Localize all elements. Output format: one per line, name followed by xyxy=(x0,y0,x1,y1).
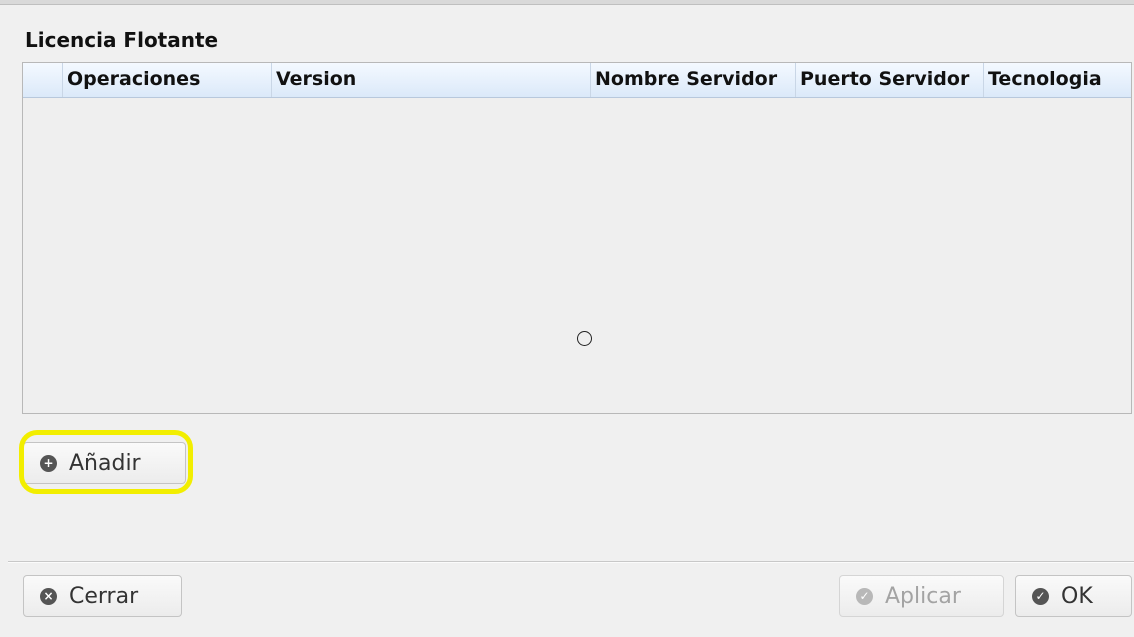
column-header-version[interactable]: Version xyxy=(272,63,591,97)
apply-button-label: Aplicar xyxy=(885,583,961,609)
ok-button-label: OK xyxy=(1061,583,1093,609)
column-header-nombre-servidor[interactable]: Nombre Servidor xyxy=(591,63,796,97)
column-header-select[interactable] xyxy=(23,63,63,97)
section-title: Licencia Flotante xyxy=(25,28,219,52)
close-button[interactable]: × Cerrar xyxy=(23,575,182,617)
mouse-cursor-ring xyxy=(577,331,592,346)
check-circle-icon: ✓ xyxy=(856,587,873,605)
ok-button[interactable]: ✓ OK xyxy=(1015,575,1132,617)
close-circle-icon: × xyxy=(40,587,57,605)
apply-button[interactable]: ✓ Aplicar xyxy=(839,575,1004,617)
column-header-tecnologia[interactable]: Tecnologia xyxy=(984,63,1132,97)
column-header-operaciones[interactable]: Operaciones xyxy=(63,63,272,97)
check-circle-icon: ✓ xyxy=(1032,587,1049,605)
column-header-puerto-servidor[interactable]: Puerto Servidor xyxy=(796,63,984,97)
window-top-border xyxy=(0,0,1134,5)
close-button-label: Cerrar xyxy=(69,583,139,609)
table-header: Operaciones Version Nombre Servidor Puer… xyxy=(23,63,1131,98)
highlight-ring xyxy=(19,430,193,494)
table-body[interactable] xyxy=(23,98,1131,414)
footer-divider xyxy=(8,561,1134,563)
license-table: Operaciones Version Nombre Servidor Puer… xyxy=(22,62,1132,414)
